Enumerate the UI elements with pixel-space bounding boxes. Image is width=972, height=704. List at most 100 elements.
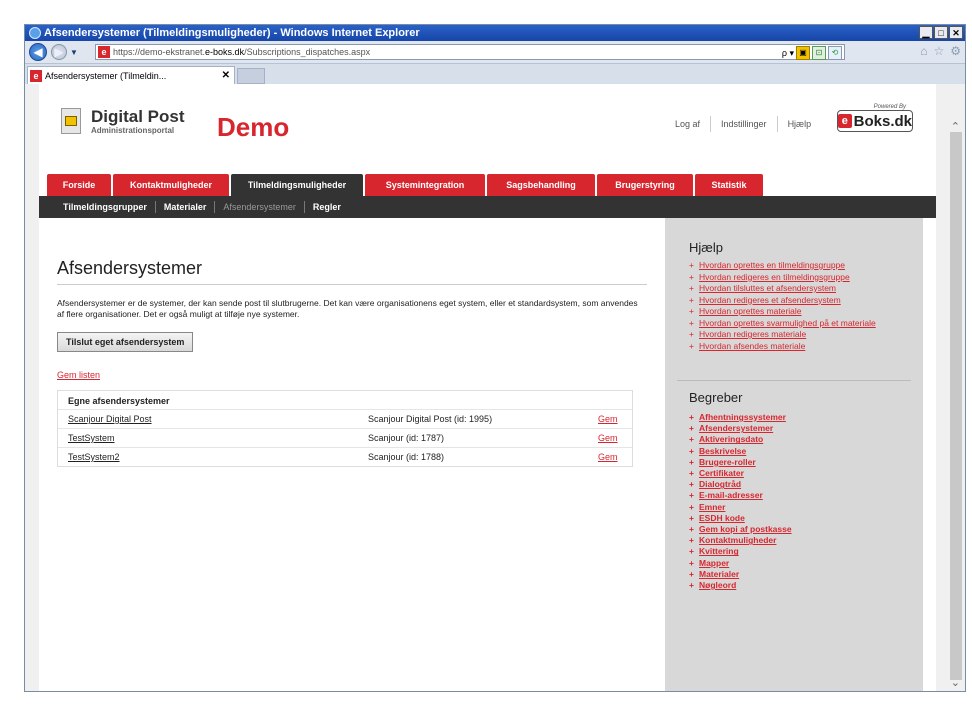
close-icon[interactable]: ✕: [949, 26, 963, 39]
tab-tilmeldingsmuligheder[interactable]: Tilmeldingsmuligheder: [231, 174, 363, 196]
term-link-item[interactable]: Certifikater: [689, 468, 917, 479]
help-link-item[interactable]: Hvordan afsendes materiale: [689, 341, 917, 353]
tab-close-icon[interactable]: ✕: [222, 70, 230, 81]
title-divider: [57, 284, 647, 285]
tab-statistik[interactable]: Statistik: [695, 174, 763, 196]
save-link[interactable]: Gem: [598, 429, 618, 447]
digital-post-logo[interactable]: Digital Post Administrationsportal: [59, 106, 185, 136]
help-link-item[interactable]: Hvordan oprettes svarmulighed på et mate…: [689, 318, 917, 330]
url-domain: e-boks.dk: [205, 47, 245, 57]
eboks-brand: Boks.dk: [853, 112, 912, 130]
term-link-item[interactable]: E-mail-adresser: [689, 490, 917, 501]
term-link-item[interactable]: Kontaktmuligheder: [689, 535, 917, 546]
help-heading: Hjælp: [689, 240, 723, 255]
url-path: /Subscriptions_dispatches.aspx: [244, 47, 371, 57]
logout-link[interactable]: Log af: [675, 119, 700, 129]
minimize-icon[interactable]: ▁: [919, 26, 933, 39]
subnav-afsendersystemer[interactable]: Afsendersystemer: [223, 202, 296, 212]
tab-brugerstyring[interactable]: Brugerstyring: [597, 174, 693, 196]
term-link-item[interactable]: Gem kopi af postkasse: [689, 524, 917, 535]
tab-favicon-icon: e: [30, 69, 42, 82]
forward-icon[interactable]: ▶: [51, 44, 67, 60]
address-bar[interactable]: e https://demo-ekstranet.e-boks.dk/Subsc…: [95, 44, 845, 60]
help-link-item[interactable]: Hvordan oprettes materiale: [689, 306, 917, 318]
term-link-item[interactable]: Aktiveringsdato: [689, 434, 917, 445]
systems-table: Egne afsendersystemer Scanjour Digital P…: [57, 390, 633, 467]
table-row: TestSystem2 Scanjour (id: 1788) Gem: [58, 447, 632, 466]
logo-title: Digital Post: [91, 106, 185, 126]
help-link-item[interactable]: Hvordan redigeres en tilmeldingsgruppe: [689, 272, 917, 284]
subnav-tilmeldingsgrupper[interactable]: Tilmeldingsgrupper: [63, 202, 147, 212]
term-link-item[interactable]: Mapper: [689, 558, 917, 569]
tab-label: Afsendersystemer (Tilmeldin...: [45, 70, 167, 81]
help-links: Hvordan oprettes en tilmeldingsgruppe Hv…: [689, 260, 917, 352]
tab-forside[interactable]: Forside: [47, 174, 111, 196]
tab-bar: e Afsendersystemer (Tilmeldin... ✕: [25, 64, 965, 85]
browser-tab[interactable]: e Afsendersystemer (Tilmeldin... ✕: [27, 66, 235, 84]
navigation-bar: ◀ ▶ ▼ e https://demo-ekstranet.e-boks.dk…: [25, 41, 965, 64]
compatibility-icon[interactable]: ⊡: [812, 46, 826, 60]
recent-pages-icon[interactable]: ▼: [70, 48, 78, 57]
system-name-link[interactable]: Scanjour Digital Post: [68, 410, 152, 428]
powered-by-label: Powered By: [871, 104, 908, 110]
table-row: TestSystem Scanjour (id: 1787) Gem: [58, 428, 632, 447]
search-dropdown-icon[interactable]: ρ ▾: [782, 48, 794, 59]
term-link-item[interactable]: Afsendersystemer: [689, 423, 917, 434]
refresh-icon[interactable]: ⟲: [828, 46, 842, 60]
demo-label: Demo: [217, 112, 290, 142]
help-link[interactable]: Hjælp: [788, 119, 812, 129]
lock-icon[interactable]: ▣: [796, 46, 810, 60]
system-name-link[interactable]: TestSystem: [68, 429, 115, 447]
help-link-item[interactable]: Hvordan redigeres materiale: [689, 329, 917, 341]
term-link-item[interactable]: Beskrivelse: [689, 446, 917, 457]
tab-systemintegration[interactable]: Systemintegration: [365, 174, 485, 196]
site-favicon-icon: e: [98, 46, 110, 58]
main-navigation: Forside Kontaktmuligheder Tilmeldingsmul…: [47, 174, 765, 196]
term-link-item[interactable]: Dialogtråd: [689, 479, 917, 490]
terms-links: Afhentningssystemer Afsendersystemer Akt…: [689, 412, 917, 591]
term-link-item[interactable]: Afhentningssystemer: [689, 412, 917, 423]
scroll-thumb[interactable]: [950, 132, 962, 680]
save-list-link[interactable]: Gem listen: [57, 370, 100, 380]
site-header: Digital Post Administrationsportal Demo …: [39, 84, 936, 175]
gear-icon[interactable]: ⚙: [950, 44, 961, 58]
tab-sagsbehandling[interactable]: Sagsbehandling: [487, 174, 595, 196]
maximize-icon[interactable]: □: [934, 26, 948, 39]
system-info: Scanjour (id: 1787): [368, 433, 445, 443]
subnav-regler[interactable]: Regler: [313, 202, 341, 212]
system-info: Scanjour Digital Post (id: 1995): [368, 414, 493, 424]
back-icon[interactable]: ◀: [29, 43, 47, 61]
save-link[interactable]: Gem: [598, 448, 618, 466]
vertical-scrollbar[interactable]: ⌃ ⌄: [947, 84, 965, 691]
sub-navigation: Tilmeldingsgrupper Materialer Afsendersy…: [39, 196, 936, 218]
subnav-materialer[interactable]: Materialer: [164, 202, 207, 212]
home-icon[interactable]: ⌂: [920, 44, 927, 58]
term-link-item[interactable]: Emner: [689, 502, 917, 513]
window-title: Afsendersystemer (Tilmeldingsmuligheder)…: [44, 27, 420, 39]
new-tab-button[interactable]: [237, 68, 265, 84]
logo-subtitle: Administrationsportal: [91, 125, 175, 135]
table-row: Scanjour Digital Post Scanjour Digital P…: [58, 409, 632, 428]
system-info: Scanjour (id: 1788): [368, 452, 445, 462]
term-link-item[interactable]: ESDH kode: [689, 513, 917, 524]
help-link-item[interactable]: Hvordan tilsluttes et afsendersystem: [689, 283, 917, 295]
scroll-down-icon[interactable]: ⌄: [951, 676, 960, 689]
term-link-item[interactable]: Nøgleord: [689, 580, 917, 591]
top-links: Log af Indstillinger Hjælp: [675, 116, 811, 132]
title-bar: Afsendersystemer (Tilmeldingsmuligheder)…: [25, 25, 965, 41]
connect-system-button[interactable]: Tilslut eget afsendersystem: [57, 332, 194, 352]
help-link-item[interactable]: Hvordan oprettes en tilmeldingsgruppe: [689, 260, 917, 272]
tab-kontaktmuligheder[interactable]: Kontaktmuligheder: [113, 174, 229, 196]
mailbox-icon: [59, 106, 85, 136]
favorites-icon[interactable]: ☆: [933, 44, 944, 58]
settings-link[interactable]: Indstillinger: [721, 119, 767, 129]
help-link-item[interactable]: Hvordan redigeres et afsendersystem: [689, 295, 917, 307]
term-link-item[interactable]: Brugere-roller: [689, 457, 917, 468]
system-name-link[interactable]: TestSystem2: [68, 448, 120, 466]
save-link[interactable]: Gem: [598, 410, 618, 428]
eboks-e-icon: e: [838, 114, 852, 128]
powered-by-eboks-logo[interactable]: Powered By e Boks.dk: [837, 104, 913, 132]
term-link-item[interactable]: Materialer: [689, 569, 917, 580]
ie-icon: [29, 27, 41, 39]
term-link-item[interactable]: Kvittering: [689, 546, 917, 557]
